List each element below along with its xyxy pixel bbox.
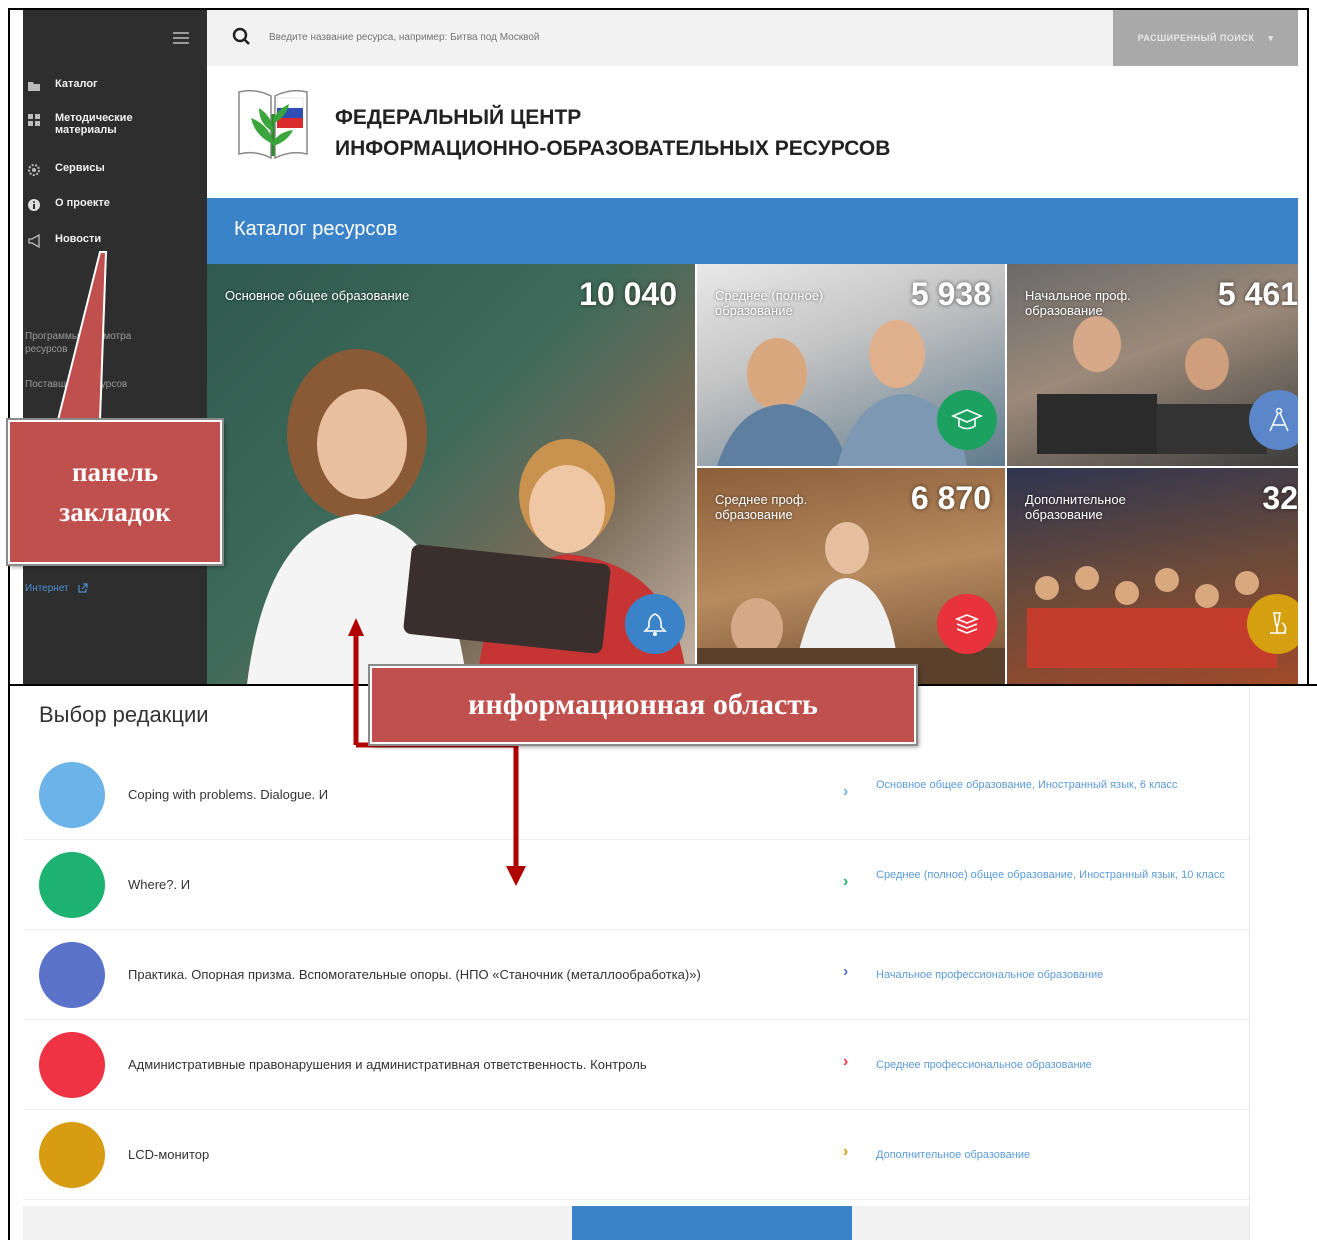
grid-icon bbox=[28, 114, 40, 126]
microscope-icon bbox=[1270, 612, 1287, 634]
search-icon[interactable] bbox=[232, 27, 252, 47]
advanced-search-button[interactable]: РАСШИРЕННЫЙ ПОИСК ▾ bbox=[1113, 10, 1298, 66]
gear-icon bbox=[28, 164, 40, 176]
editor-choice: Выбор редакции Coping with problems. Dia… bbox=[23, 686, 1250, 1240]
tile-badge bbox=[937, 390, 997, 450]
tile-additional[interactable]: Дополнительное образование 32 bbox=[1007, 468, 1298, 684]
frame-left bbox=[8, 8, 10, 1240]
external-link-label: Интернет bbox=[25, 583, 69, 594]
sidebar-item-label: О проекте bbox=[55, 197, 110, 209]
search-bar: РАСШИРЕННЫЙ ПОИСК ▾ bbox=[207, 10, 1298, 66]
resource-title[interactable]: LCD-монитор bbox=[128, 1147, 828, 1162]
sidebar-item-label: Методические материалы bbox=[55, 112, 133, 136]
tile-count: 32 bbox=[1262, 480, 1298, 516]
sidebar: Каталог Методические материалы Сервисы О… bbox=[23, 10, 207, 684]
chevron-right-icon: › bbox=[843, 1053, 849, 1070]
resource-title[interactable]: Практика. Опорная призма. Вспомогательны… bbox=[128, 967, 828, 982]
logo[interactable] bbox=[233, 84, 313, 164]
folder-icon bbox=[28, 82, 40, 91]
sidebar-item-label: Каталог bbox=[55, 78, 98, 90]
list-item[interactable]: Практика. Опорная призма. Вспомогательны… bbox=[23, 929, 1249, 1020]
bell-icon bbox=[643, 613, 667, 636]
resource-dot bbox=[39, 762, 105, 828]
show-more-button[interactable] bbox=[572, 1206, 852, 1240]
resource-dot bbox=[39, 1122, 105, 1188]
sidebar-link-external[interactable]: Интернет bbox=[25, 582, 89, 595]
tile-badge bbox=[937, 594, 997, 654]
site-header: ФЕДЕРАЛЬНЫЙ ЦЕНТР ИНФОРМАЦИОННО-ОБРАЗОВА… bbox=[207, 66, 1298, 198]
compass-icon bbox=[1269, 407, 1289, 432]
sidebar-item-label: Сервисы bbox=[55, 162, 105, 174]
info-icon bbox=[28, 199, 40, 211]
resource-category[interactable]: Среднее профессиональное образование bbox=[876, 1057, 1248, 1073]
sidebar-item-methodical[interactable]: Методические материалы bbox=[23, 112, 165, 136]
chevron-down-icon: ▾ bbox=[1268, 32, 1274, 43]
resource-title[interactable]: Административные правонарушения и админи… bbox=[128, 1057, 828, 1072]
sidebar-item-label: Новости bbox=[55, 233, 102, 245]
resource-title[interactable]: Where?. И bbox=[128, 877, 828, 892]
tile-basic-education[interactable]: Основное общее образование 10 040 bbox=[207, 264, 695, 684]
tile-label: Среднее проф. образование bbox=[715, 492, 808, 522]
list-item[interactable]: Coping with problems. Dialogue. И › Осно… bbox=[23, 749, 1249, 840]
list-item[interactable]: Where?. И › Среднее (полное) общее образ… bbox=[23, 839, 1249, 930]
tile-label: Среднее (полное) образование bbox=[715, 288, 824, 318]
tile-count: 10 040 bbox=[579, 276, 677, 312]
tile-photo bbox=[247, 349, 687, 684]
tile-secondary-prof[interactable]: Среднее проф. образование 6 870 bbox=[697, 468, 1005, 684]
chevron-right-icon: › bbox=[843, 1143, 849, 1160]
list-item[interactable]: LCD-монитор › Дополнительное образование bbox=[23, 1109, 1249, 1200]
editor-choice-title: Выбор редакции bbox=[39, 702, 209, 727]
tile-count: 6 870 bbox=[910, 480, 991, 516]
resource-category[interactable]: Основное общее образование, Иностранный … bbox=[876, 777, 1248, 793]
resource-category[interactable]: Дополнительное образование bbox=[876, 1147, 1248, 1163]
callout-info-area: информационная область bbox=[368, 664, 918, 746]
tile-label: Начальное проф. образование bbox=[1025, 288, 1131, 318]
advanced-search-label: РАСШИРЕННЫЙ ПОИСК bbox=[1137, 33, 1255, 43]
catalog-header: Каталог ресурсов bbox=[207, 198, 1298, 264]
sidebar-item-services[interactable]: Сервисы bbox=[23, 162, 165, 177]
tile-label: Основное общее образование bbox=[225, 288, 410, 303]
callout-info-text: информационная область bbox=[468, 688, 818, 721]
chevron-right-icon: › bbox=[843, 783, 849, 800]
chevron-right-icon: › bbox=[843, 873, 849, 890]
tile-count: 5 461 bbox=[1217, 276, 1298, 312]
books-icon bbox=[954, 614, 980, 634]
site-title-line2: ИНФОРМАЦИОННО-ОБРАЗОВАТЕЛЬНЫХ РЕСУРСОВ bbox=[335, 137, 891, 160]
resource-dot bbox=[39, 852, 105, 918]
resource-dot bbox=[39, 1032, 105, 1098]
resource-category[interactable]: Начальное профессиональное образование bbox=[876, 967, 1248, 983]
site-title-line1: ФЕДЕРАЛЬНЫЙ ЦЕНТР bbox=[335, 106, 582, 129]
sidebar-link-viewers[interactable]: Программы просмотра ресурсов bbox=[25, 330, 145, 356]
callout-bookmarks-text: панель закладок bbox=[59, 457, 171, 527]
chevron-right-icon: › bbox=[843, 963, 849, 980]
resource-title[interactable]: Coping with problems. Dialogue. И bbox=[128, 787, 828, 802]
catalog-title: Каталог ресурсов bbox=[234, 218, 398, 240]
tile-primary-prof[interactable]: Начальное проф. образование 5 461 bbox=[1007, 264, 1298, 466]
list-item[interactable]: Административные правонарушения и админи… bbox=[23, 1019, 1249, 1110]
search-input[interactable] bbox=[267, 25, 871, 49]
sidebar-item-catalog[interactable]: Каталог bbox=[23, 78, 165, 93]
external-link-icon bbox=[78, 583, 89, 593]
frame-right bbox=[1307, 8, 1309, 684]
tile-badge bbox=[1247, 594, 1298, 654]
tile-secondary-full[interactable]: Среднее (полное) образование 5 938 bbox=[697, 264, 1005, 466]
sidebar-item-news[interactable]: Новости bbox=[23, 233, 165, 248]
sidebar-link-providers[interactable]: Поставщики ресурсов bbox=[25, 378, 155, 391]
sidebar-item-about[interactable]: О проекте bbox=[23, 197, 165, 212]
resource-category[interactable]: Среднее (полное) общее образование, Инос… bbox=[876, 867, 1248, 883]
callout-bookmarks-panel: панель закладок bbox=[6, 418, 224, 566]
megaphone-icon bbox=[28, 234, 40, 248]
graduation-cap-icon bbox=[951, 409, 983, 430]
tile-count: 5 938 bbox=[910, 276, 991, 312]
site-title: ФЕДЕРАЛЬНЫЙ ЦЕНТР ИНФОРМАЦИОННО-ОБРАЗОВА… bbox=[335, 102, 890, 164]
menu-icon[interactable] bbox=[173, 32, 189, 44]
tile-label: Дополнительное образование bbox=[1025, 492, 1126, 522]
tile-badge bbox=[625, 594, 685, 654]
resource-dot bbox=[39, 942, 105, 1008]
